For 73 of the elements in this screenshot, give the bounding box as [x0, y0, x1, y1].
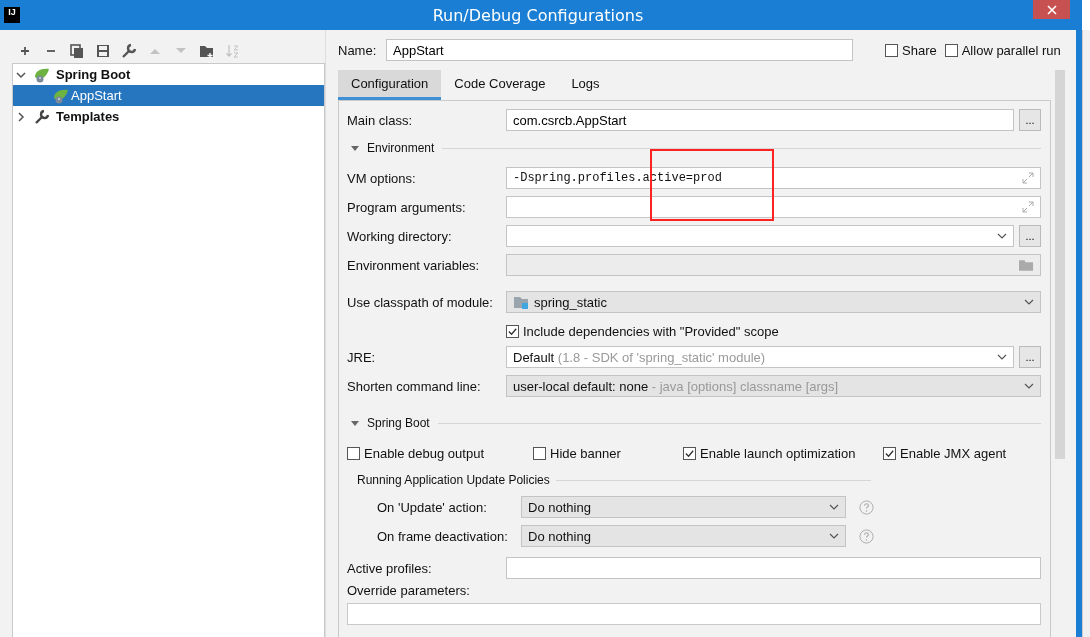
- field-label: VM options:: [347, 170, 417, 186]
- wrench-icon[interactable]: [121, 43, 137, 59]
- module-dropdown[interactable]: spring_static: [506, 291, 1041, 313]
- checkbox[interactable]: [506, 324, 519, 338]
- chevron-right-icon[interactable]: [16, 111, 26, 122]
- chevron-down-icon: [1024, 299, 1034, 305]
- chevron-down-icon: [829, 504, 839, 510]
- app-logo: IJ: [4, 7, 20, 23]
- shorten-dropdown[interactable]: user-local default: none - java [options] classname [args]: [506, 375, 1041, 397]
- window-title: Run/Debug Configurations: [432, 5, 645, 25]
- checkbox-label: Enable launch optimization: [700, 445, 856, 461]
- name-field[interactable]: AppStart: [386, 39, 853, 61]
- browse-button[interactable]: ...: [1019, 225, 1041, 247]
- checkbox[interactable]: [944, 43, 958, 57]
- checkbox[interactable]: [347, 446, 360, 460]
- checkbox-label: Hide banner: [550, 445, 621, 461]
- checkbox-label: Enable debug output: [364, 445, 484, 461]
- browse-button[interactable]: ...: [1019, 346, 1041, 368]
- option-label: Share: [902, 42, 937, 58]
- field-label: Program arguments:: [347, 199, 467, 215]
- browse-button[interactable]: ...: [1019, 109, 1041, 131]
- main-class-field[interactable]: com.csrcb.AppStart: [506, 109, 1014, 131]
- text-field[interactable]: [506, 254, 1041, 276]
- close-icon[interactable]: [1046, 4, 1057, 15]
- name-label: Name:: [338, 42, 378, 58]
- collapse-triangle-icon[interactable]: [351, 144, 359, 152]
- tab[interactable]: Logs: [558, 70, 613, 100]
- checkbox[interactable]: [533, 446, 546, 460]
- field-label: Main class:: [347, 112, 414, 128]
- tree-item[interactable]: Spring Boot: [13, 64, 324, 85]
- field-label: Active profiles:: [347, 560, 433, 576]
- section-title: Spring Boot: [367, 416, 430, 430]
- text-field[interactable]: [506, 196, 1041, 218]
- field-label: Shorten command line:: [347, 378, 482, 394]
- wrench-icon: [34, 108, 50, 125]
- folder-icon[interactable]: [199, 43, 215, 59]
- tree-item[interactable]: AppStart: [13, 85, 324, 106]
- leaf-power-icon: [34, 66, 50, 83]
- chevron-down-icon: [829, 533, 839, 539]
- jre-combo[interactable]: Default (1.8 - SDK of 'spring_static' module): [506, 346, 1014, 368]
- section-title: Environment: [367, 141, 435, 155]
- field-label: JRE:: [347, 349, 377, 365]
- checkbox[interactable]: [883, 446, 896, 460]
- save-icon[interactable]: [95, 43, 111, 59]
- close-button[interactable]: [1033, 0, 1070, 19]
- tab[interactable]: Configuration: [338, 70, 442, 100]
- chevron-down-icon: [997, 354, 1007, 360]
- scrollbar-thumb[interactable]: [1055, 70, 1065, 459]
- tab[interactable]: Code Coverage: [441, 70, 559, 100]
- field-label: Environment variables:: [347, 257, 481, 273]
- policy-dropdown[interactable]: Do nothing: [521, 525, 846, 547]
- leaf-power-icon: [53, 87, 69, 104]
- checkbox-label: Enable JMX agent: [900, 445, 1007, 461]
- combo-field[interactable]: [506, 225, 1014, 247]
- copy-icon[interactable]: [69, 43, 85, 59]
- tree-item[interactable]: Templates: [13, 106, 324, 127]
- checkbox[interactable]: [885, 43, 898, 57]
- field-label: Working directory:: [347, 228, 453, 244]
- checkbox[interactable]: [683, 446, 696, 460]
- checkbox-label: Include dependencies with "Provided" scope: [523, 323, 779, 339]
- chevron-down-icon: [997, 233, 1007, 239]
- policy-dropdown[interactable]: Do nothing: [521, 496, 846, 518]
- field-label: Use classpath of module:: [347, 294, 494, 310]
- group-title: Running Application Update Policies: [357, 473, 550, 487]
- field-label: Override parameters:: [347, 583, 471, 600]
- chevron-down-icon: [1024, 383, 1034, 389]
- collapse-triangle-icon[interactable]: [351, 419, 359, 427]
- active-profiles-field[interactable]: [506, 557, 1041, 579]
- field-label: On frame deactivation:: [377, 528, 509, 544]
- chevron-down-icon[interactable]: [16, 69, 26, 80]
- field-label: On 'Update' action:: [377, 499, 488, 515]
- module-icon: [513, 294, 529, 310]
- option-label: Allow parallel run: [961, 42, 1061, 58]
